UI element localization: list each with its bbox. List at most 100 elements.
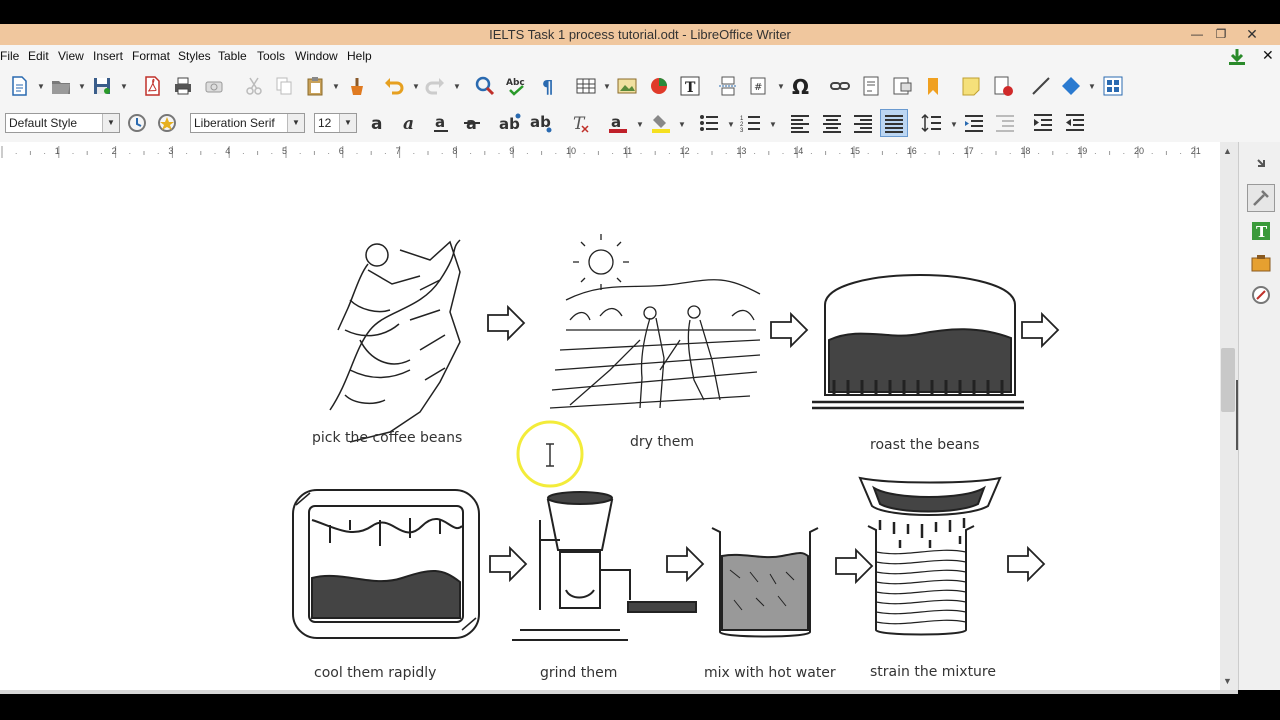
chevron-down-icon[interactable]: ▼	[769, 121, 777, 129]
font-size-select[interactable]: 12 ▼	[314, 113, 357, 133]
basic-shapes-icon[interactable]	[1060, 75, 1082, 97]
menu-styles[interactable]: Styles	[178, 49, 211, 63]
chevron-down-icon[interactable]: ▼	[37, 83, 45, 91]
styles-icon[interactable]: T	[1250, 220, 1272, 242]
menu-edit[interactable]: Edit	[28, 49, 49, 63]
export-pdf-icon[interactable]	[141, 75, 163, 97]
font-name-select[interactable]: Liberation Serif ▼	[190, 113, 305, 133]
decrease-indent-icon[interactable]	[1064, 112, 1086, 134]
insert-chart-icon[interactable]	[648, 75, 670, 97]
justify-button[interactable]	[880, 109, 908, 137]
gallery-icon[interactable]	[1250, 252, 1272, 274]
track-changes-icon[interactable]	[992, 75, 1014, 97]
align-right-icon[interactable]	[852, 112, 874, 134]
increase-paragraph-spacing-icon[interactable]	[963, 112, 985, 134]
properties-icon[interactable]	[1247, 184, 1275, 212]
open-folder-icon[interactable]	[50, 75, 72, 97]
close-button[interactable]: ✕	[1240, 26, 1264, 43]
new-style-icon[interactable]	[156, 112, 178, 134]
insert-field-icon[interactable]: #	[748, 75, 770, 97]
bullet-list-icon[interactable]	[698, 112, 720, 134]
chevron-down-icon[interactable]: ▼	[777, 83, 785, 91]
chevron-down-icon[interactable]: ▼	[1088, 83, 1096, 91]
document-page[interactable]: pick the coffee beans dry them roast the…	[0, 162, 1220, 690]
insert-table-icon[interactable]	[575, 75, 597, 97]
decrease-paragraph-spacing-icon[interactable]	[994, 112, 1016, 134]
clone-formatting-icon[interactable]	[346, 75, 368, 97]
horizontal-ruler[interactable]: 1 2 3 4 5 6 7 8 9 10 11 12 13 14 15 16 17 18 19 20 21	[0, 142, 1220, 163]
menu-view[interactable]: View	[58, 49, 84, 63]
minimize-button[interactable]: —	[1185, 26, 1209, 43]
navigator-icon[interactable]	[1250, 284, 1272, 306]
update-icon[interactable]	[1226, 46, 1245, 65]
find-replace-icon[interactable]	[474, 75, 496, 97]
chevron-down-icon[interactable]: ▼	[453, 83, 461, 91]
redo-icon[interactable]	[424, 75, 446, 97]
insert-textbox-icon[interactable]: T	[679, 75, 701, 97]
font-name-value: Liberation Serif	[194, 116, 275, 130]
line-spacing-icon[interactable]	[921, 112, 943, 134]
formatting-marks-icon[interactable]: ¶	[537, 75, 559, 97]
chevron-down-icon[interactable]: ▼	[412, 83, 420, 91]
footnote-icon[interactable]	[860, 75, 882, 97]
line-icon[interactable]	[1030, 75, 1052, 97]
chevron-down-icon[interactable]: ▼	[678, 121, 686, 129]
close-document-button[interactable]: ✕	[1262, 47, 1274, 64]
underline-icon[interactable]: a	[431, 112, 453, 134]
scroll-up-icon[interactable]: ▲	[1223, 146, 1232, 156]
chevron-down-icon[interactable]: ▼	[78, 83, 86, 91]
spelling-icon[interactable]: Abc	[505, 75, 527, 97]
numbered-list-icon[interactable]: 123	[740, 112, 762, 134]
undo-icon[interactable]	[383, 75, 405, 97]
draw-functions-icon[interactable]	[1102, 75, 1124, 97]
comment-icon[interactable]	[960, 75, 982, 97]
menu-table[interactable]: Table	[218, 49, 247, 63]
new-document-icon[interactable]	[8, 75, 30, 97]
scrollbar-thumb[interactable]	[1221, 348, 1235, 412]
hyperlink-icon[interactable]	[829, 75, 851, 97]
italic-icon[interactable]: a	[400, 112, 422, 134]
chevron-down-icon[interactable]: ▼	[636, 121, 644, 129]
align-left-icon[interactable]	[789, 112, 811, 134]
chevron-down-icon[interactable]: ▼	[603, 83, 611, 91]
menu-help[interactable]: Help	[347, 49, 372, 63]
chevron-down-icon[interactable]: ▼	[102, 114, 119, 132]
chevron-down-icon[interactable]: ▼	[120, 83, 128, 91]
chevron-down-icon[interactable]: ▼	[287, 114, 304, 132]
paragraph-style-select[interactable]: Default Style ▼	[5, 113, 120, 133]
insert-image-icon[interactable]	[616, 75, 638, 97]
cut-icon[interactable]	[243, 75, 265, 97]
highlight-icon[interactable]	[650, 112, 672, 134]
update-style-icon[interactable]	[126, 112, 148, 134]
restore-button[interactable]: ❐	[1209, 26, 1233, 43]
superscript-icon[interactable]: ab	[499, 112, 521, 134]
clear-formatting-icon[interactable]: T	[569, 112, 591, 134]
chevron-down-icon[interactable]: ▼	[339, 114, 356, 132]
sidebar-menu-icon[interactable]	[1250, 152, 1268, 170]
save-icon[interactable]	[91, 75, 113, 97]
menu-format[interactable]: Format	[132, 49, 170, 63]
comment-insert-icon[interactable]	[891, 75, 913, 97]
horizontal-scrollbar[interactable]	[0, 690, 1238, 694]
scroll-down-icon[interactable]: ▼	[1223, 676, 1232, 686]
chevron-down-icon[interactable]: ▼	[950, 121, 958, 129]
increase-indent-icon[interactable]	[1032, 112, 1054, 134]
chevron-down-icon[interactable]: ▼	[727, 121, 735, 129]
strikethrough-icon[interactable]: a	[462, 112, 484, 134]
menu-window[interactable]: Window	[295, 49, 338, 63]
paste-icon[interactable]	[304, 75, 326, 97]
menu-tools[interactable]: Tools	[257, 49, 285, 63]
print-preview-icon[interactable]	[203, 75, 225, 97]
menu-insert[interactable]: Insert	[93, 49, 123, 63]
copy-icon[interactable]	[273, 75, 295, 97]
subscript-icon[interactable]: ab	[530, 112, 552, 134]
bold-icon[interactable]: a	[368, 112, 390, 134]
print-icon[interactable]	[172, 75, 194, 97]
menu-file[interactable]: File	[0, 49, 19, 63]
bookmark-icon[interactable]	[922, 75, 944, 97]
font-color-icon[interactable]: a	[607, 112, 629, 134]
align-center-icon[interactable]	[821, 112, 843, 134]
page-break-icon[interactable]	[717, 75, 739, 97]
special-character-icon[interactable]: Ω	[790, 75, 812, 97]
chevron-down-icon[interactable]: ▼	[332, 83, 340, 91]
